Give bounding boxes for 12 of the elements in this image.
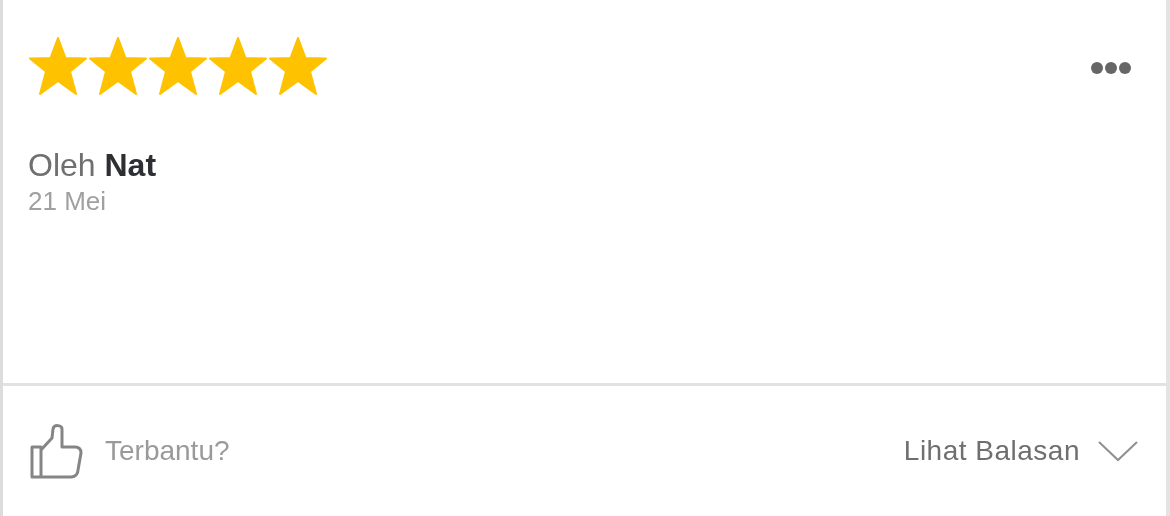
star-icon (28, 36, 88, 98)
helpful-button[interactable]: Terbantu? (105, 435, 230, 467)
star-icon (268, 36, 328, 98)
view-replies-button[interactable]: Lihat Balasan (903, 435, 1138, 467)
review-date: 21 Mei (28, 186, 108, 217)
star-icon (148, 36, 208, 98)
more-icon[interactable] (1090, 61, 1132, 75)
thumbs-up-icon[interactable] (29, 423, 85, 479)
chevron-down-icon (1098, 440, 1138, 462)
star-icon (88, 36, 148, 98)
star-icon (208, 36, 268, 98)
author-name: Oleh Nat (28, 146, 158, 184)
